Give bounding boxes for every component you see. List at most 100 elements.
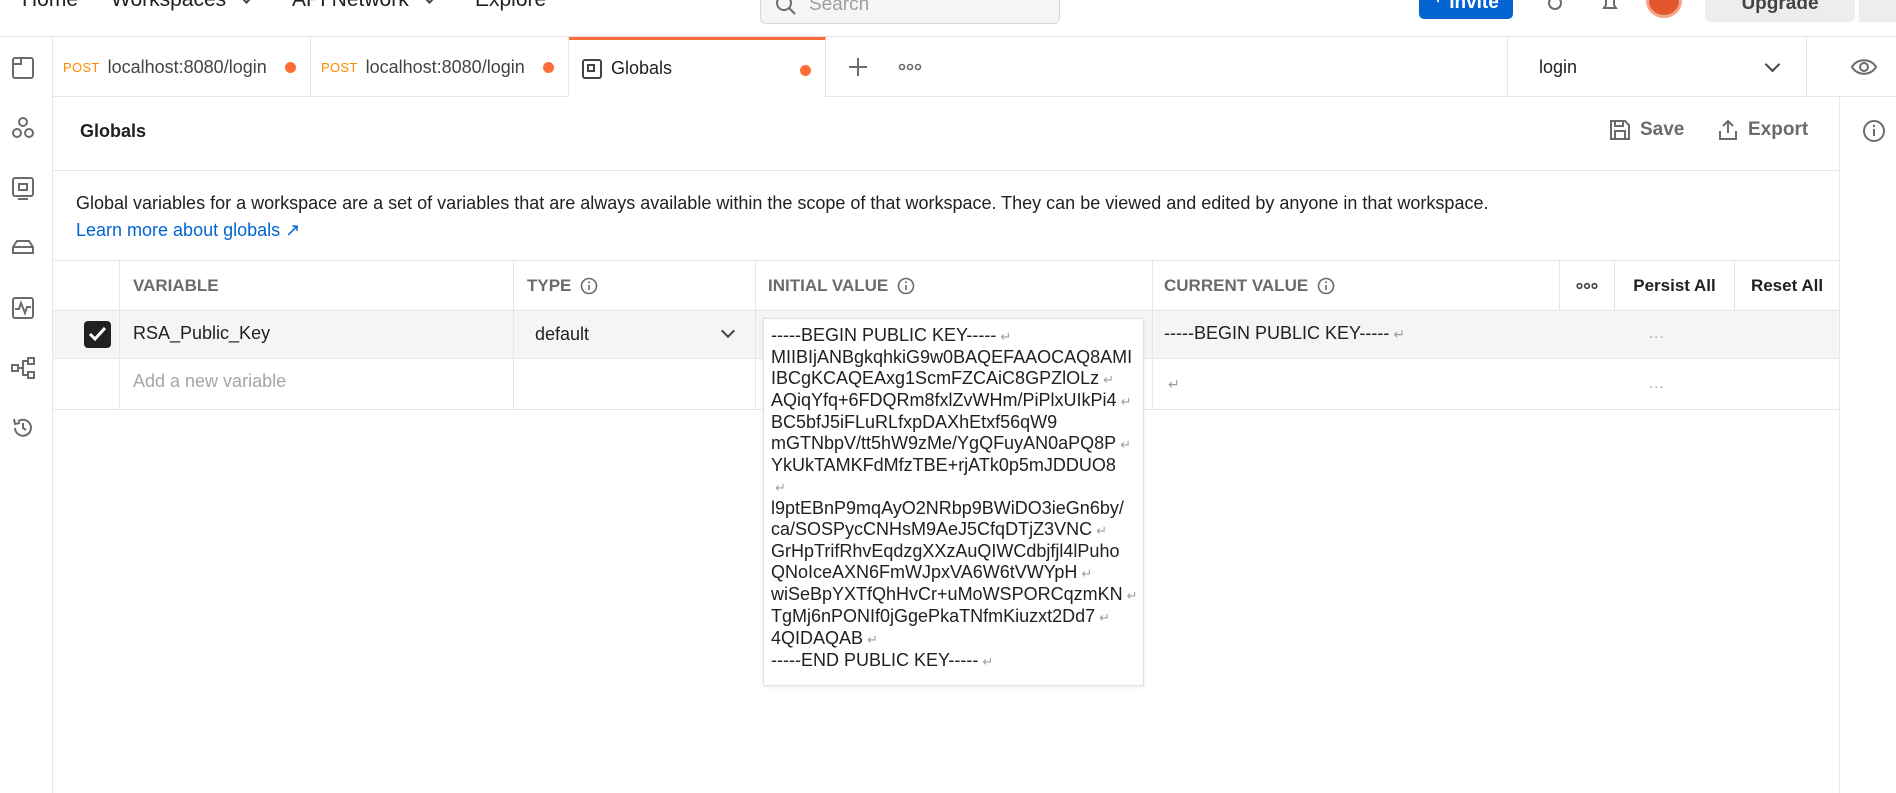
export-label: Export (1748, 119, 1809, 140)
initial-value-text: GrHpTrifRhvEqdzgXXzAuQIWCdbjfjl4lPuho (771, 541, 1120, 561)
upgrade-button[interactable]: Upgrade (1705, 0, 1855, 22)
environment-label: login (1539, 56, 1578, 77)
new-current-value-cell[interactable]: ↵ (1152, 359, 1559, 409)
column-more-button[interactable] (1559, 261, 1614, 310)
nav-api-network[interactable]: API Network (292, 0, 436, 12)
settings-icon[interactable] (1544, 0, 1566, 14)
tab-label: localhost:8080/login (107, 56, 267, 77)
export-button[interactable]: Export (1717, 119, 1808, 141)
plus-icon[interactable] (843, 52, 873, 82)
nav-workspaces[interactable]: Workspaces (111, 0, 254, 12)
return-icon: ↵ (982, 654, 994, 669)
search-input[interactable]: Search (760, 0, 1060, 24)
initial-value-editor[interactable]: -----BEGIN PUBLIC KEY----- ↵ MIIBIjANBgkqh… (763, 318, 1144, 686)
save-icon (1610, 120, 1630, 140)
learn-more-link[interactable]: Learn more about globals ↗ (76, 217, 300, 244)
initial-value-line: wiSeBpYXTfQhHvCr+uMoWSPORCqzmKN ↵ (771, 584, 1137, 606)
return-icon: ↵ (1103, 372, 1114, 387)
initial-value-line: ↵ (771, 476, 1137, 498)
initial-value-line: QNoIceAXN6FmWJpxVA6W6tVWYpH ↵ (771, 562, 1137, 584)
persist-all-button[interactable]: Persist All (1614, 261, 1734, 310)
initial-value-text: IBCgKCAQEAxg1ScmFZCAiC8GPZlOLz (771, 368, 1100, 388)
avatar[interactable] (1646, 0, 1682, 18)
row-actions-button[interactable]: ... (1649, 375, 1665, 392)
initial-value-text: ca/SOSPycCNHsM9AeJ5CfqDTjZ3VNC (771, 519, 1093, 539)
environments-icon[interactable] (10, 175, 36, 201)
initial-value-line: IBCgKCAQEAxg1ScmFZCAiC8GPZlOLz ↵ (771, 368, 1137, 390)
nav-home[interactable]: Home (22, 0, 78, 12)
new-variable-cell[interactable]: Add a new variable (119, 359, 513, 409)
monitors-icon[interactable] (10, 295, 36, 321)
initial-value-line: TgMj6nPONIf0jGgePkaTNfmKiuzxt2Dd7 ↵ (771, 606, 1137, 628)
initial-value-text: 4QIDAQAB (771, 628, 864, 648)
info-icon[interactable] (897, 277, 915, 295)
initial-value-text: AQiqYfq+6FDQRm8fxlZvWHm/PiPlxUIkPi4 (771, 390, 1117, 410)
variable-cell[interactable]: RSA_Public_Key (119, 311, 513, 358)
new-type-cell[interactable] (513, 359, 755, 409)
column-type: TYPE (513, 261, 755, 310)
right-sidebar (1839, 97, 1896, 793)
invite-button[interactable]: ⁺ Invite (1419, 0, 1513, 19)
chevron-down-icon (240, 0, 254, 4)
mock-servers-icon[interactable] (10, 235, 36, 261)
more-icon[interactable] (895, 52, 925, 82)
info-icon[interactable] (1862, 119, 1886, 143)
initial-value-line: mGTNbpV/tt5hW9zMe/YgQFuyAN0aPQ8P ↵ (771, 433, 1137, 455)
column-initial-value: INITIAL VALUE (755, 261, 1152, 310)
globals-icon (582, 58, 602, 79)
chevron-down-icon (1764, 56, 1781, 73)
flows-icon[interactable] (10, 355, 36, 381)
return-icon: ↵ (1120, 437, 1132, 452)
info-icon[interactable] (580, 277, 598, 295)
return-icon: ↵ (1096, 523, 1107, 538)
add-user-icon: ⁺ (1433, 0, 1444, 13)
current-value-cell[interactable]: -----BEGIN PUBLIC KEY----- ↵ (1152, 311, 1559, 358)
upgrade-label: Upgrade (1741, 0, 1819, 14)
row-actions-button[interactable]: ... (1649, 325, 1665, 342)
return-icon: ↵ (1168, 376, 1180, 392)
return-icon: ↵ (775, 480, 786, 495)
return-icon: ↵ (1393, 326, 1406, 342)
nav-api-network-label: API Network (292, 0, 409, 12)
unsaved-dot (285, 62, 296, 73)
nav-explore[interactable]: Explore (475, 0, 546, 12)
history-icon[interactable] (10, 415, 36, 441)
return-icon: ↵ (1126, 588, 1137, 603)
page-title: Globals (80, 121, 147, 141)
environment-quick-look[interactable] (1806, 37, 1896, 97)
return-icon: ↵ (1000, 329, 1012, 344)
left-sidebar (0, 37, 53, 793)
initial-value-line: AQiqYfq+6FDQRm8fxlZvWHm/PiPlxUIkPi4 ↵ (771, 390, 1137, 412)
return-icon: ↵ (1120, 394, 1132, 409)
search-icon (776, 0, 796, 15)
column-initial-value-label: INITIAL VALUE (768, 275, 889, 295)
initial-value-text: -----BEGIN PUBLIC KEY----- (771, 325, 997, 345)
persist-all-label: Persist All (1633, 275, 1716, 295)
upgrade-menu-button[interactable] (1857, 0, 1896, 22)
save-label: Save (1640, 119, 1685, 140)
table-header: VARIABLE TYPE INITIAL VALUE CURRENT VALU… (53, 260, 1839, 311)
initial-value-text: l9ptEBnP9mqAyO2NRbp9BWiDO3ieGn6by/ (771, 498, 1124, 518)
method-badge: POST (321, 59, 358, 75)
reset-all-button[interactable]: Reset All (1734, 261, 1839, 310)
return-icon: ↵ (1099, 610, 1111, 625)
unsaved-dot (800, 65, 811, 76)
initial-value-text: -----END PUBLIC KEY----- (771, 650, 979, 670)
tab-globals[interactable]: Globals (569, 37, 826, 97)
export-icon (1719, 119, 1737, 140)
initial-value-text: wiSeBpYXTfQhHvCr+uMoWSPORCqzmKN (771, 584, 1123, 604)
initial-value-text: MIIBIjANBgkqhkiG9w0BAQEFAAOCAQ8AMI (771, 347, 1133, 367)
column-current-value: CURRENT VALUE (1152, 261, 1559, 310)
chevron-down-icon (422, 0, 436, 4)
tab-request-1[interactable]: POST localhost:8080/login (53, 37, 311, 97)
initial-value-line: ca/SOSPycCNHsM9AeJ5CfqDTjZ3VNC ↵ (771, 519, 1137, 541)
save-button[interactable]: Save (1609, 119, 1684, 141)
tab-request-2[interactable]: POST localhost:8080/login (311, 37, 569, 97)
collections-icon[interactable] (10, 55, 36, 81)
info-icon[interactable] (1317, 277, 1335, 295)
type-dropdown[interactable]: default (513, 311, 755, 358)
initial-value-line: MIIBIjANBgkqhkiG9w0BAQEFAAOCAQ8AMI (771, 347, 1137, 368)
variable-enabled-checkbox[interactable] (84, 321, 111, 348)
bell-icon[interactable] (1599, 0, 1621, 14)
apis-icon[interactable] (10, 115, 36, 141)
